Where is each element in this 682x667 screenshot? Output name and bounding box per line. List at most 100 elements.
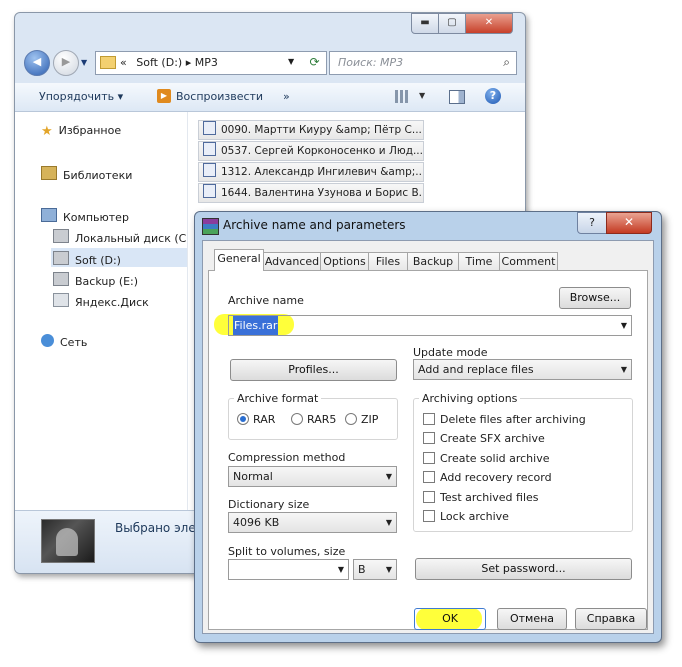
tab-general[interactable]: General (214, 249, 264, 271)
address-overflow[interactable]: « (120, 56, 127, 69)
set-password-button[interactable]: Set password... (415, 558, 632, 580)
nav-item-computer[interactable]: Компьютер (41, 208, 129, 224)
option-create-solid[interactable]: Create solid archive (423, 452, 549, 465)
nav-item-network[interactable]: Сеть (41, 334, 87, 349)
tab-comment[interactable]: Comment (499, 252, 558, 271)
ok-button[interactable]: OK (414, 608, 486, 630)
tab-options[interactable]: Options (320, 252, 369, 271)
help-icon[interactable]: ? (485, 88, 501, 104)
nav-label: Избранное (58, 124, 122, 137)
tab-time[interactable]: Time (458, 252, 500, 271)
nav-label: Компьютер (63, 211, 129, 224)
cancel-button[interactable]: Отмена (497, 608, 567, 630)
profiles-button[interactable]: Profiles... (230, 359, 397, 381)
network-drive-icon (53, 293, 69, 307)
dialog-help-button[interactable]: ? (577, 212, 607, 234)
checkbox-icon (423, 491, 435, 503)
compression-method-select[interactable]: Normal ▼ (228, 466, 397, 487)
format-rar-radio[interactable]: RAR (237, 413, 275, 426)
search-input[interactable]: Поиск: MP3 (338, 56, 403, 69)
winrar-icon (202, 218, 219, 235)
radio-icon (345, 413, 357, 425)
drive-icon (53, 272, 69, 286)
format-rar5-radio[interactable]: RAR5 (291, 413, 336, 426)
search-box[interactable]: Поиск: MP3 ⌕ (329, 51, 517, 75)
file-name: 1312. Александр Ингилевич &amp;... (221, 166, 424, 178)
option-delete-files[interactable]: Delete files after archiving (423, 413, 586, 426)
nav-label: Яндекс.Диск (75, 296, 149, 309)
option-recovery-record[interactable]: Add recovery record (423, 471, 552, 484)
archive-format-label: Archive format (234, 392, 322, 405)
archive-name-label: Archive name (228, 294, 304, 307)
file-item[interactable]: 1312. Александр Ингилевич &amp;... (198, 162, 424, 182)
split-unit-select[interactable]: B ▼ (353, 559, 397, 580)
chevron-down-icon: ▼ (385, 472, 392, 481)
option-create-sfx[interactable]: Create SFX archive (423, 432, 545, 445)
option-test-files[interactable]: Test archived files (423, 491, 539, 504)
nav-item-libraries[interactable]: Библиотеки (41, 166, 132, 182)
organize-button[interactable]: Упорядочить ▾ (39, 90, 123, 103)
nav-item-local-disk[interactable]: Локальный диск (С (53, 229, 186, 245)
browse-button[interactable]: Browse... (559, 287, 631, 309)
address-path: « Soft (D:) ▸ MP3 (120, 56, 218, 69)
dictionary-size-label: Dictionary size (228, 498, 310, 511)
tab-backup[interactable]: Backup (407, 252, 459, 271)
refresh-button[interactable]: ⟳ (306, 54, 323, 71)
nav-label: Сеть (60, 336, 88, 349)
audio-file-icon (203, 184, 216, 198)
option-label: Create solid archive (440, 452, 550, 465)
split-volumes-label: Split to volumes, size (228, 545, 346, 558)
views-dropdown[interactable]: ▼ (419, 91, 425, 100)
play-button[interactable]: Воспроизвести (176, 90, 263, 103)
nav-item-soft[interactable]: Soft (D:) (51, 248, 187, 267)
option-lock-archive[interactable]: Lock archive (423, 510, 509, 523)
more-commands-button[interactable]: » (283, 90, 290, 103)
nav-item-backup[interactable]: Backup (E:) (53, 272, 138, 288)
address-breadcrumb[interactable]: Soft (D:) ▸ MP3 (136, 56, 218, 69)
chevron-down-icon[interactable]: ▼ (338, 560, 344, 579)
checkbox-icon (423, 510, 435, 522)
dictionary-size-select[interactable]: 4096 KB ▼ (228, 512, 397, 533)
preview-pane-icon[interactable] (449, 90, 465, 104)
archive-dialog: Archive name and parameters ? ✕ General … (194, 211, 662, 643)
history-dropdown[interactable]: ▼ (81, 58, 87, 67)
address-bar[interactable]: « Soft (D:) ▸ MP3 ▼ ⟳ (95, 51, 327, 75)
format-zip-radio[interactable]: ZIP (345, 413, 378, 426)
forward-button[interactable]: ▶ (53, 50, 79, 76)
format-label: RAR (253, 413, 276, 426)
minimize-button[interactable]: ▬ (411, 13, 439, 34)
update-mode-label: Update mode (413, 346, 488, 359)
file-item[interactable]: 0537. Сергей Корконосенко и Люд... (198, 141, 424, 161)
audio-file-icon (203, 142, 216, 156)
close-button[interactable]: ✕ (465, 13, 513, 34)
help-button[interactable]: Справка (575, 608, 647, 630)
update-mode-select[interactable]: Add and replace files ▼ (413, 359, 632, 380)
checkbox-icon (423, 413, 435, 425)
refresh-icon: ⟳ (309, 55, 320, 69)
tab-files[interactable]: Files (368, 252, 408, 271)
nav-label: Библиотеки (63, 169, 133, 182)
nav-item-yandex-disk[interactable]: Яндекс.Диск (53, 293, 149, 309)
radio-selected-icon (237, 413, 249, 425)
chevron-down-icon[interactable]: ▼ (621, 316, 627, 335)
nav-label: Soft (D:) (75, 254, 121, 267)
archive-name-input[interactable]: Files.rar ▼ (228, 315, 632, 336)
tab-advanced[interactable]: Advanced (263, 252, 321, 271)
address-dropdown[interactable]: ▼ (288, 57, 294, 66)
file-item[interactable]: 0090. Мартти Киуру &amp; Пётр С... (198, 120, 424, 140)
back-button[interactable]: ◀ (24, 50, 50, 76)
maximize-button[interactable]: ▢ (438, 13, 466, 34)
update-mode-value: Add and replace files (418, 363, 534, 376)
file-item[interactable]: 1644. Валентина Узунова и Борис В... (198, 183, 424, 203)
thumbnail-figure (56, 528, 78, 556)
views-icon[interactable] (395, 90, 409, 103)
nav-item-favorites[interactable]: ★ Избранное (41, 124, 122, 139)
arrow-left-icon: ◀ (32, 55, 42, 68)
split-unit-value: B (358, 563, 366, 576)
search-icon[interactable]: ⌕ (503, 55, 510, 70)
dialog-body: General Advanced Options Files Backup Ti… (202, 240, 654, 634)
split-size-input[interactable]: ▼ (228, 559, 349, 580)
dialog-close-button[interactable]: ✕ (606, 212, 652, 234)
drive-icon (53, 229, 69, 243)
selection-info: Выбрано эле (115, 521, 196, 535)
